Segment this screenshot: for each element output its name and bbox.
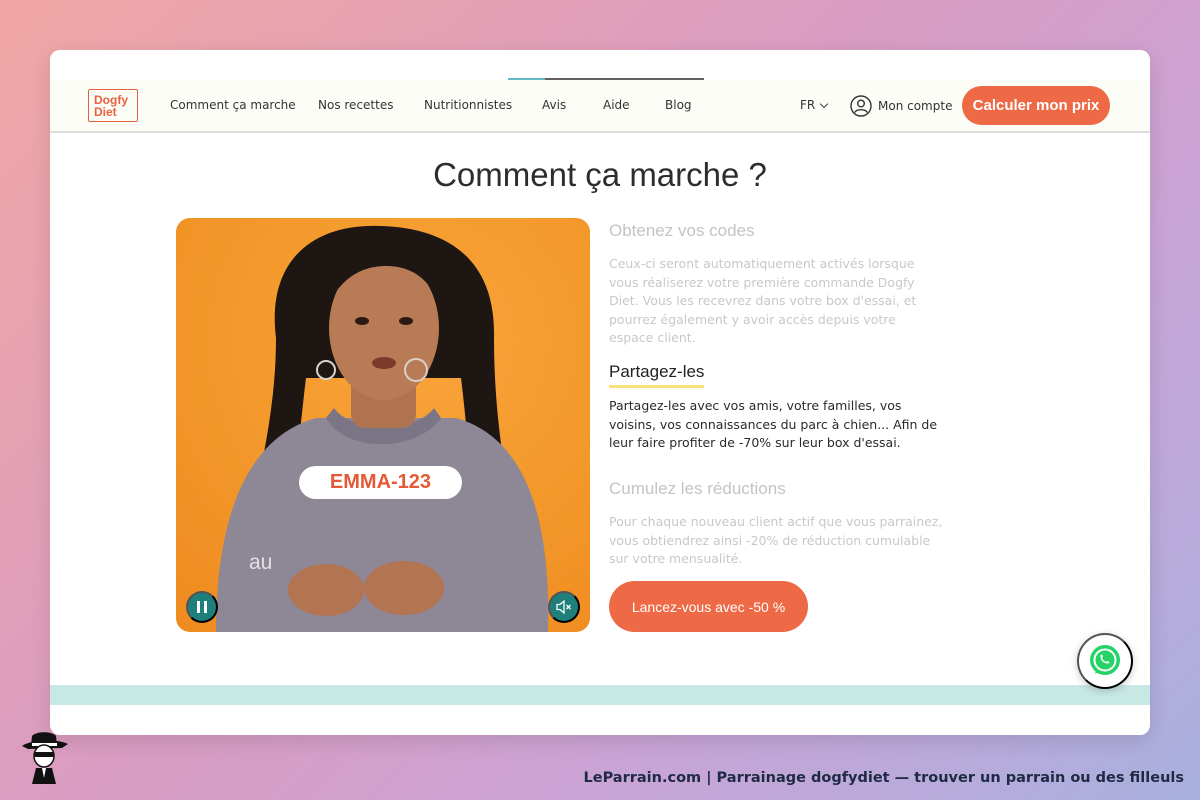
speaker-muted-icon bbox=[556, 599, 571, 615]
referral-code-pill: EMMA-123 bbox=[299, 466, 462, 499]
video-caption: au bbox=[249, 551, 273, 574]
chevron-down-icon bbox=[820, 99, 829, 109]
language-label: FR bbox=[800, 98, 816, 112]
nav-link-aide[interactable]: Aide bbox=[603, 98, 630, 112]
get-started-button[interactable]: Lancez-vous avec -50 % bbox=[609, 581, 808, 632]
section-divider-band bbox=[50, 685, 1150, 705]
presenter-image bbox=[216, 225, 549, 632]
browser-frame: Dogfy Diet Comment ça marche Nos recette… bbox=[50, 50, 1150, 735]
account-link[interactable]: Mon compte bbox=[850, 94, 952, 118]
nav-link-nutritionnistes[interactable]: Nutritionnistes bbox=[424, 98, 512, 112]
step-title-cumulate[interactable]: Cumulez les réductions bbox=[609, 479, 786, 499]
leparrain-mascot-logo bbox=[22, 732, 68, 784]
page-title: Comment ça marche ? bbox=[433, 156, 767, 193]
logo-line2: Diet bbox=[94, 105, 117, 119]
step-title-share[interactable]: Partagez-les bbox=[609, 362, 705, 388]
mute-button[interactable] bbox=[548, 591, 580, 623]
calculate-price-button[interactable]: Calculer mon prix bbox=[962, 86, 1110, 125]
user-icon bbox=[850, 95, 872, 117]
pause-icon bbox=[197, 601, 207, 613]
whatsapp-button[interactable] bbox=[1077, 633, 1133, 689]
step-title-get-codes[interactable]: Obtenez vos codes bbox=[609, 221, 755, 241]
step-text-share: Partagez-les avec vos amis, votre famill… bbox=[609, 398, 938, 450]
pause-button[interactable] bbox=[186, 591, 218, 623]
video-player[interactable]: EMMA-123 au bbox=[176, 218, 590, 632]
nav-link-blog[interactable]: Blog bbox=[665, 98, 692, 112]
nav-link-comment-ca-marche[interactable]: Comment ça marche bbox=[170, 98, 296, 112]
whatsapp-icon bbox=[1090, 645, 1120, 675]
top-strip bbox=[50, 50, 1150, 80]
footer-credit: LeParrain.com | Parrainage dogfydiet — t… bbox=[583, 770, 1185, 786]
nav-link-avis[interactable]: Avis bbox=[542, 98, 566, 112]
step-text-cumulate: Pour chaque nouveau client actif que vou… bbox=[609, 514, 943, 566]
language-selector[interactable]: FR bbox=[800, 98, 829, 112]
site-header: Dogfy Diet Comment ça marche Nos recette… bbox=[50, 80, 1150, 133]
nav-link-nos-recettes[interactable]: Nos recettes bbox=[318, 98, 393, 112]
dogfy-diet-logo[interactable]: Dogfy Diet bbox=[88, 89, 138, 122]
step-text-get-codes: Ceux-ci seront automatiquement activés l… bbox=[609, 256, 917, 345]
account-label: Mon compte bbox=[878, 99, 953, 113]
